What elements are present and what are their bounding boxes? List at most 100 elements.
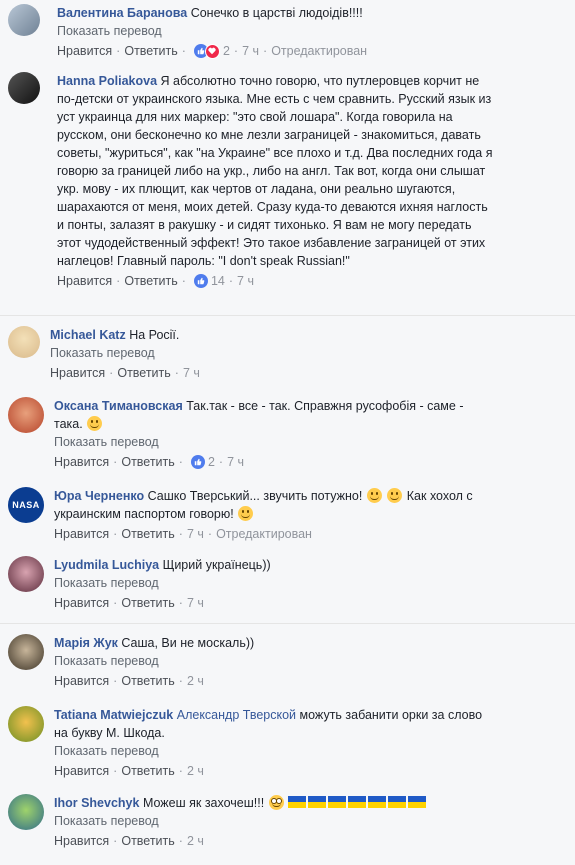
comment-author[interactable]: Lyudmila Luchiya <box>54 558 159 572</box>
comment: Ihor Shevchyk Можеш як захочеш!!! Показа… <box>8 794 554 850</box>
reply-link[interactable]: Ответить <box>121 672 174 690</box>
mention-link[interactable]: Александр Тверской <box>177 708 296 722</box>
comment-text-line: советы, "журиться", как "на Украине" все… <box>57 146 493 160</box>
comment-text-line: и понты, залазят в ракушку - и сидят тих… <box>57 218 472 232</box>
comment-author[interactable]: Юра Черненко <box>54 489 144 503</box>
translate-link[interactable]: Показать перевод <box>54 812 554 830</box>
comment-text-line: наглецов! Главный пароль: "I don't speak… <box>57 254 350 268</box>
comment-author[interactable]: Michael Katz <box>50 328 126 342</box>
comment-author[interactable]: Валентина Баранова <box>57 6 187 20</box>
timestamp[interactable]: 7 ч <box>187 525 204 543</box>
comment-author[interactable]: Tatiana Matwiejczuk <box>54 708 173 722</box>
comment: Валентина Баранова Сонечко в царстві люд… <box>8 4 557 60</box>
comment-text-line: говорю за границей либо на укр., либо на… <box>57 164 486 178</box>
like-link[interactable]: Нравится <box>54 672 109 690</box>
comment-text: На Росії. <box>129 328 180 342</box>
avatar[interactable] <box>8 794 44 830</box>
reactions[interactable]: 2 <box>193 42 230 60</box>
comment-text-line: шарахаются от меня, моих детей. Сразу ку… <box>57 200 488 214</box>
reply-link[interactable]: Ответить <box>124 272 177 290</box>
avatar-logo: NASA <box>12 500 40 510</box>
comment-text: украинским паспортом говорю! <box>54 507 234 521</box>
comment-text: на букву М. Шкода. <box>54 726 165 740</box>
comment-actions: Нравится · Ответить · 7 ч <box>54 594 204 612</box>
like-reaction-icon <box>190 455 205 469</box>
timestamp[interactable]: 7 ч <box>187 594 204 612</box>
comment-text-line: русском, они бесконечно ко мне лезли заг… <box>57 128 481 142</box>
reply-link[interactable]: Ответить <box>121 453 174 471</box>
timestamp[interactable]: 2 ч <box>187 832 204 850</box>
translate-link[interactable]: Показать перевод <box>54 433 554 451</box>
like-link[interactable]: Нравится <box>54 594 109 612</box>
reaction-count: 2 <box>207 455 215 469</box>
avatar[interactable] <box>8 706 44 742</box>
like-link[interactable]: Нравится <box>54 453 109 471</box>
timestamp[interactable]: 7 ч <box>242 42 259 60</box>
comment-author[interactable]: Марія Жук <box>54 636 118 650</box>
timestamp[interactable]: 7 ч <box>183 364 200 382</box>
reply-link[interactable]: Ответить <box>124 42 177 60</box>
comment-text-line: уст украинца для них маркер: "это свой л… <box>57 110 453 124</box>
reactions[interactable]: 14 <box>193 272 225 290</box>
comment-text: Саша, Ви не москаль)) <box>121 636 255 650</box>
like-link[interactable]: Нравится <box>54 762 109 780</box>
like-reaction-icon <box>193 274 208 288</box>
comment-actions: Нравится · Ответить · 2 · 7 ч · Отредактиро… <box>57 42 368 60</box>
comment-actions: Нравится · Ответить · 14 · 7 ч <box>57 272 254 290</box>
timestamp[interactable]: 2 ч <box>187 762 204 780</box>
nerd-face-emoji-icon <box>268 795 284 810</box>
translate-link[interactable]: Показать перевод <box>57 22 557 40</box>
avatar[interactable] <box>8 326 40 358</box>
reactions[interactable]: 2 <box>190 453 215 471</box>
smile-emoji-icon <box>238 506 254 521</box>
translate-link[interactable]: Показать перевод <box>50 344 550 362</box>
avatar[interactable]: NASA <box>8 487 44 523</box>
comment-actions: Нравится · Ответить · 2 ч <box>54 672 204 690</box>
love-reaction-icon <box>204 43 220 59</box>
comment-text: Как хохол с <box>406 489 473 503</box>
ukraine-flag-icon <box>368 796 387 808</box>
like-link[interactable]: Нравится <box>57 42 112 60</box>
edited-label[interactable]: Отредактирован <box>216 525 312 543</box>
ukraine-flag-icon <box>348 796 367 808</box>
translate-link[interactable]: Показать перевод <box>54 742 554 760</box>
reply-link[interactable]: Ответить <box>121 594 174 612</box>
comment-author[interactable]: Ihor Shevchyk <box>54 796 139 810</box>
smile-emoji-icon <box>387 488 403 503</box>
comment-author[interactable]: Hanna Poliakova <box>57 74 157 88</box>
comment-actions: Нравится · Ответить · 2 ч <box>54 762 204 780</box>
comment-text-line: укр. мову - их плющит, как чертов от лад… <box>57 182 456 196</box>
reply-link[interactable]: Ответить <box>117 364 170 382</box>
translate-link[interactable]: Показать перевод <box>54 652 554 670</box>
reply-link[interactable]: Ответить <box>121 762 174 780</box>
avatar[interactable] <box>8 397 44 433</box>
timestamp[interactable]: 7 ч <box>237 272 254 290</box>
timestamp[interactable]: 7 ч <box>227 453 244 471</box>
reply-link[interactable]: Ответить <box>121 832 174 850</box>
comment-text: Сонечко в царстві людоідів!!!! <box>190 6 363 20</box>
avatar[interactable] <box>8 4 40 36</box>
edited-label[interactable]: Отредактирован <box>271 42 367 60</box>
comment: Оксана Тимановская Так.так - все - так. … <box>8 397 554 471</box>
like-link[interactable]: Нравится <box>54 832 109 850</box>
reply-link[interactable]: Ответить <box>121 525 174 543</box>
comment-author[interactable]: Оксана Тимановская <box>54 399 183 413</box>
smile-emoji-icon <box>366 488 382 503</box>
avatar[interactable] <box>8 72 40 104</box>
comment: Марія Жук Саша, Ви не москаль)) Показать… <box>8 634 554 690</box>
comment-text: Можеш як захочеш!!! <box>142 796 265 810</box>
like-link[interactable]: Нравится <box>50 364 105 382</box>
like-link[interactable]: Нравится <box>54 525 109 543</box>
comment-text: така. <box>54 417 83 431</box>
ukraine-flag-icon <box>408 796 427 808</box>
comment: Michael Katz На Росії. Показать перевод … <box>8 326 550 382</box>
avatar[interactable] <box>8 556 44 592</box>
timestamp[interactable]: 2 ч <box>187 672 204 690</box>
comment-actions: Нравится · Ответить · 2 · 7 ч <box>54 453 245 471</box>
translate-link[interactable]: Показать перевод <box>54 574 554 592</box>
comment-text: Так.так - все - так. Справжня русофобія … <box>186 399 464 413</box>
comment-text: Сашко Тверський... звучить потужно! <box>147 489 363 503</box>
avatar[interactable] <box>8 634 44 670</box>
like-link[interactable]: Нравится <box>57 272 112 290</box>
comment-actions: Нравится · Ответить · 7 ч <box>50 364 200 382</box>
